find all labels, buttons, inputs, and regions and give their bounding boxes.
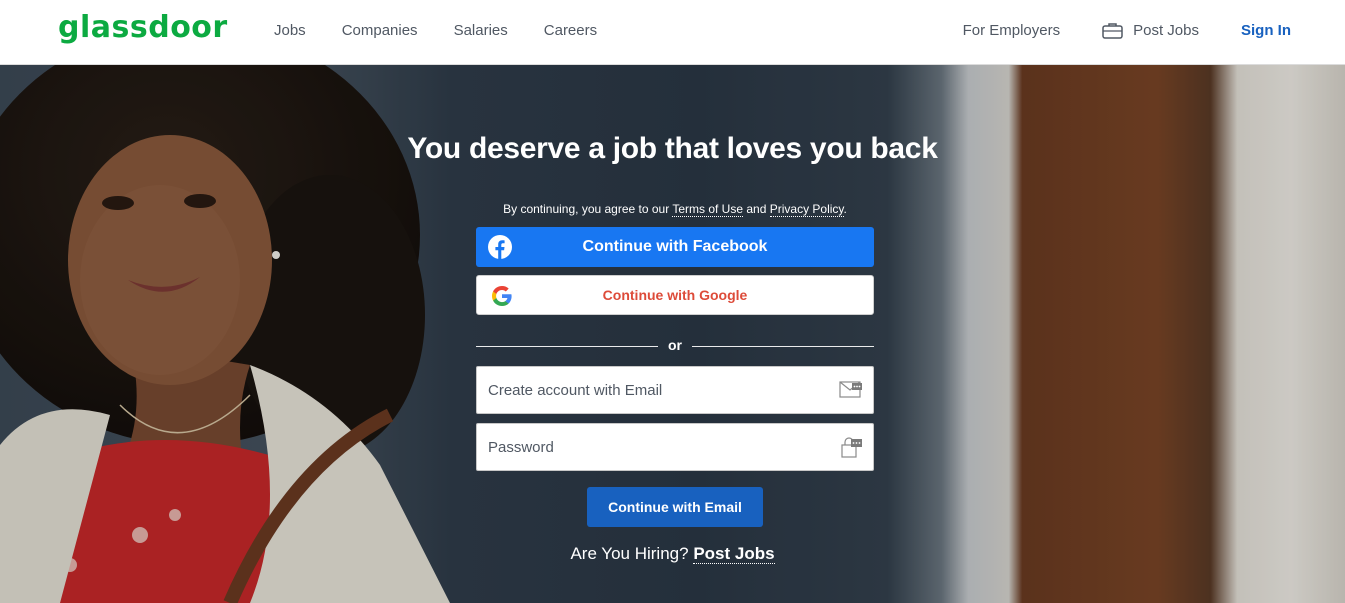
divider-line-right	[692, 346, 874, 347]
sign-in-link[interactable]: Sign In	[1241, 22, 1291, 39]
continue-with-google-button[interactable]: Continue with Google	[476, 275, 874, 315]
hiring-question: Are You Hiring?	[570, 544, 689, 563]
continue-with-email-button[interactable]: Continue with Email	[587, 487, 763, 527]
nav-link-careers[interactable]: Careers	[544, 22, 597, 39]
password-autofill-icon[interactable]	[839, 437, 863, 464]
password-field-wrapper	[476, 423, 874, 471]
post-jobs-hero-link[interactable]: Post Jobs	[693, 544, 775, 564]
top-navigation: glassdoor Jobs Companies Salaries Career…	[0, 0, 1345, 65]
secondary-nav: For Employers Post Jobs Sign In	[963, 22, 1291, 39]
terms-middle: and	[743, 202, 770, 216]
google-icon	[492, 286, 512, 309]
email-field-wrapper	[476, 366, 874, 414]
facebook-icon	[488, 235, 512, 264]
terms-prefix: By continuing, you agree to our	[503, 202, 673, 216]
briefcase-icon	[1102, 22, 1123, 39]
hiring-prompt: Are You Hiring? Post Jobs	[0, 544, 1345, 564]
email-autofill-icon[interactable]	[839, 380, 863, 405]
nav-link-companies[interactable]: Companies	[342, 22, 418, 39]
nav-link-salaries[interactable]: Salaries	[454, 22, 508, 39]
primary-nav: Jobs Companies Salaries Careers	[274, 22, 597, 39]
glassdoor-logo[interactable]: glassdoor	[58, 10, 228, 45]
or-divider: or	[476, 337, 874, 355]
terms-of-use-link[interactable]: Terms of Use	[672, 202, 744, 217]
privacy-policy-link[interactable]: Privacy Policy	[769, 202, 844, 217]
email-input[interactable]	[477, 367, 873, 413]
post-jobs-nav-link[interactable]: Post Jobs	[1102, 22, 1199, 39]
google-button-label: Continue with Google	[602, 287, 748, 303]
facebook-button-label: Continue with Facebook	[582, 238, 768, 255]
hero-headline: You deserve a job that loves you back	[407, 132, 938, 165]
terms-notice: By continuing, you agree to our Terms of…	[476, 202, 874, 217]
for-employers-link[interactable]: For Employers	[963, 22, 1061, 39]
terms-suffix: .	[843, 202, 847, 216]
nav-link-jobs[interactable]: Jobs	[274, 22, 306, 39]
hero-section: You deserve a job that loves you back By…	[0, 65, 1345, 603]
password-input[interactable]	[477, 424, 873, 470]
post-jobs-nav-label: Post Jobs	[1133, 22, 1199, 39]
divider-or-text: or	[668, 337, 682, 353]
continue-with-facebook-button[interactable]: Continue with Facebook	[476, 227, 874, 267]
